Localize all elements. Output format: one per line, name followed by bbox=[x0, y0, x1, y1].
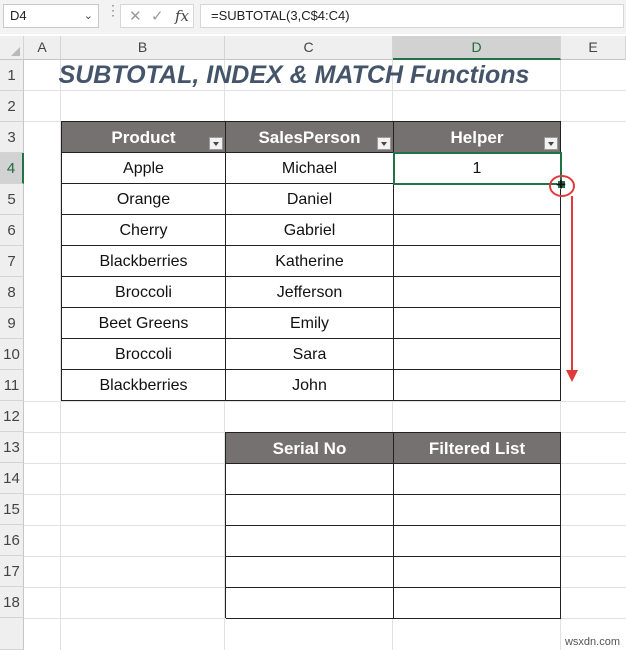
watermark: wsxdn.com bbox=[564, 636, 620, 648]
row-header-6[interactable]: 6 bbox=[0, 215, 24, 246]
serial-no-cell[interactable] bbox=[226, 495, 394, 526]
header-product-label: Product bbox=[111, 128, 176, 147]
filter-dropdown-icon[interactable] bbox=[544, 137, 558, 150]
header-filtered-list: Filtered List bbox=[394, 433, 561, 464]
formula-input[interactable]: =SUBTOTAL(3,C$4:C4) bbox=[200, 4, 624, 28]
row-header-2[interactable]: 2 bbox=[0, 91, 24, 122]
row-header-10[interactable]: 10 bbox=[0, 339, 24, 370]
salesperson-cell[interactable]: Emily bbox=[226, 308, 394, 339]
active-cell-selection bbox=[393, 152, 562, 185]
column-header-a[interactable]: A bbox=[24, 36, 61, 60]
salesperson-cell[interactable]: Katherine bbox=[226, 246, 394, 277]
crosshair-cursor-icon: + bbox=[556, 175, 566, 194]
helper-cell[interactable] bbox=[394, 184, 561, 215]
product-cell[interactable]: Cherry bbox=[62, 215, 226, 246]
header-helper: Helper bbox=[394, 122, 561, 153]
salesperson-cell[interactable]: Daniel bbox=[226, 184, 394, 215]
filtered-list-cell[interactable] bbox=[394, 495, 561, 526]
formula-buttons: ✕ ✓ fx bbox=[120, 4, 194, 28]
helper-cell[interactable] bbox=[394, 370, 561, 401]
column-header-b[interactable]: B bbox=[61, 36, 225, 60]
row-header-7[interactable]: 7 bbox=[0, 246, 24, 277]
helper-cell[interactable] bbox=[394, 339, 561, 370]
salesperson-cell[interactable]: Michael bbox=[226, 153, 394, 184]
grid-line bbox=[24, 401, 626, 402]
header-helper-label: Helper bbox=[450, 128, 504, 147]
header-salesperson: SalesPerson bbox=[226, 122, 394, 153]
row-header-18[interactable]: 18 bbox=[0, 587, 24, 618]
row-header-15[interactable]: 15 bbox=[0, 494, 24, 525]
row-header-4[interactable]: 4 bbox=[0, 153, 24, 184]
helper-cell[interactable] bbox=[394, 246, 561, 277]
product-cell[interactable]: Broccoli bbox=[62, 339, 226, 370]
cancel-icon[interactable]: ✕ bbox=[129, 7, 142, 25]
column-header-e[interactable]: E bbox=[561, 36, 626, 60]
column-header-c[interactable]: C bbox=[225, 36, 393, 60]
salesperson-cell[interactable]: Gabriel bbox=[226, 215, 394, 246]
insert-function-icon[interactable]: fx bbox=[175, 7, 189, 25]
helper-cell[interactable] bbox=[394, 308, 561, 339]
filtered-list-cell[interactable] bbox=[394, 464, 561, 495]
filtered-list-cell[interactable] bbox=[394, 588, 561, 619]
row-header-3[interactable]: 3 bbox=[0, 122, 24, 153]
product-cell[interactable]: Apple bbox=[62, 153, 226, 184]
row-header-5[interactable]: 5 bbox=[0, 184, 24, 215]
helper-cell[interactable] bbox=[394, 215, 561, 246]
serial-no-cell[interactable] bbox=[226, 526, 394, 557]
header-salesperson-label: SalesPerson bbox=[258, 128, 361, 147]
serial-no-cell[interactable] bbox=[226, 557, 394, 588]
row-header-partial bbox=[0, 618, 24, 650]
filter-dropdown-icon[interactable] bbox=[209, 137, 223, 150]
name-box[interactable]: D4 ⌄ bbox=[3, 4, 99, 28]
sheet-title: SUBTOTAL, INDEX & MATCH Functions bbox=[58, 61, 530, 89]
header-product: Product bbox=[62, 122, 226, 153]
serial-no-cell[interactable] bbox=[226, 464, 394, 495]
product-cell[interactable]: Blackberries bbox=[62, 246, 226, 277]
column-header-d[interactable]: D bbox=[393, 36, 561, 60]
row-header-13[interactable]: 13 bbox=[0, 432, 24, 463]
product-cell[interactable]: Blackberries bbox=[62, 370, 226, 401]
row-header-1[interactable]: 1 bbox=[0, 60, 24, 91]
header-serial-no: Serial No bbox=[226, 433, 394, 464]
helper-cell[interactable] bbox=[394, 277, 561, 308]
salesperson-cell[interactable]: John bbox=[226, 370, 394, 401]
row-header-17[interactable]: 17 bbox=[0, 556, 24, 587]
row-header-14[interactable]: 14 bbox=[0, 463, 24, 494]
select-all-corner[interactable] bbox=[0, 36, 24, 60]
name-box-dropdown-icon[interactable]: ⌄ bbox=[84, 5, 93, 27]
product-cell[interactable]: Orange bbox=[62, 184, 226, 215]
arrow-down-icon bbox=[566, 370, 578, 382]
filtered-list-cell[interactable] bbox=[394, 526, 561, 557]
row-header-9[interactable]: 9 bbox=[0, 308, 24, 339]
row-header-8[interactable]: 8 bbox=[0, 277, 24, 308]
formula-bar: D4 ⌄ ⋮ ✕ ✓ fx =SUBTOTAL(3,C$4:C4) bbox=[0, 0, 626, 34]
salesperson-cell[interactable]: Sara bbox=[226, 339, 394, 370]
product-cell[interactable]: Broccoli bbox=[62, 277, 226, 308]
more-options-icon[interactable]: ⋮ bbox=[106, 3, 120, 24]
enter-icon[interactable]: ✓ bbox=[151, 7, 164, 25]
filter-dropdown-icon[interactable] bbox=[377, 137, 391, 150]
row-header-12[interactable]: 12 bbox=[0, 401, 24, 432]
grid-line bbox=[24, 90, 626, 91]
filtered-list-cell[interactable] bbox=[394, 557, 561, 588]
product-cell[interactable]: Beet Greens bbox=[62, 308, 226, 339]
row-header-11[interactable]: 11 bbox=[0, 370, 24, 401]
serial-no-cell[interactable] bbox=[226, 588, 394, 619]
row-header-16[interactable]: 16 bbox=[0, 525, 24, 556]
salesperson-cell[interactable]: Jefferson bbox=[226, 277, 394, 308]
name-box-value: D4 bbox=[10, 8, 27, 23]
drag-arrow-line bbox=[571, 196, 573, 371]
